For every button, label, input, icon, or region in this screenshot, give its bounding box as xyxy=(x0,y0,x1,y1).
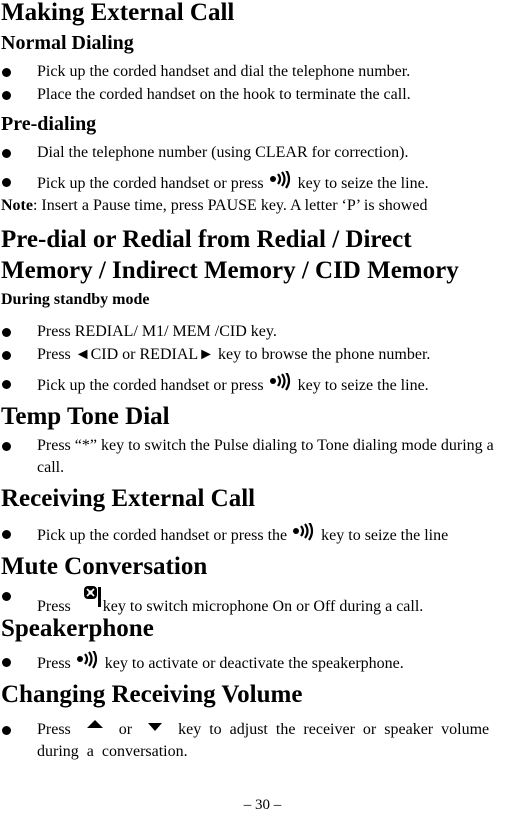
note-text: : Insert a Pause time, press PAUSE key. … xyxy=(32,197,428,214)
list-item-text: Pick up the corded handset or press key … xyxy=(37,171,525,195)
volume-down-icon xyxy=(148,723,163,731)
list-item-text: Pick up the corded handset or press the … xyxy=(37,523,525,547)
list-item-text: Pick up the corded handset or press key … xyxy=(37,373,525,397)
note-label: Note xyxy=(1,197,33,214)
heading-changing-receiving-volume: Changing Receiving Volume xyxy=(1,681,303,708)
bullet-icon xyxy=(2,91,11,100)
heading-pre-dial-redial-line1: Pre-dial or Redial from Redial / Direct xyxy=(1,226,412,253)
list-item-text: Press or key to adjust the receiver or s… xyxy=(37,719,525,763)
bullet-icon xyxy=(2,658,11,667)
heading-speakerphone: Speakerphone xyxy=(1,615,154,642)
heading-making-external-call: Making External Call xyxy=(1,0,235,26)
bullet-icon xyxy=(2,328,11,337)
bullet-icon xyxy=(2,178,11,187)
bullet-icon xyxy=(2,68,11,77)
speaker-key-icon xyxy=(293,523,314,541)
text-middle: or xyxy=(118,721,133,738)
volume-up-icon xyxy=(86,720,103,728)
text-before: Press xyxy=(37,721,71,738)
heading-receiving-external-call: Receiving External Call xyxy=(1,485,256,512)
text-after: key to seize the line xyxy=(321,527,449,544)
list-item-text: Press key to activate or deactivate the … xyxy=(37,651,525,675)
heading-pre-dial-redial-line2: Memory / Indirect Memory / CID Memory xyxy=(1,257,459,284)
subheading-normal-dialing: Normal Dialing xyxy=(1,32,134,54)
list-item-text: Press REDIAL/ M1/ MEM /CID key. xyxy=(37,323,277,340)
list-item-text: Press “*” key to switch the Pulse dialin… xyxy=(37,437,494,476)
list-item-text: Dial the telephone number (using CLEAR f… xyxy=(37,144,409,161)
text-after: key to seize the line. xyxy=(297,377,429,394)
list-item-text: Place the corded handset on the hook to … xyxy=(37,86,411,103)
note: Note: Insert a Pause time, press PAUSE k… xyxy=(1,195,427,217)
subheading-during-standby-mode: During standby mode xyxy=(1,291,150,308)
text-after: key to seize the line. xyxy=(297,175,429,192)
bullet-icon xyxy=(2,351,11,360)
bullet-icon xyxy=(2,726,11,735)
bullet-icon xyxy=(2,530,11,539)
text-after: key to switch microphone On or Off durin… xyxy=(102,598,424,615)
bullet-icon xyxy=(2,592,11,601)
list-item-text: Pick up the corded handset and dial the … xyxy=(37,63,411,80)
subheading-pre-dialing: Pre-dialing xyxy=(1,113,97,135)
bullet-icon xyxy=(2,149,11,158)
speaker-key-icon xyxy=(76,651,97,669)
bullet-icon xyxy=(2,380,11,389)
text-before: Pick up the corded handset or press xyxy=(37,377,264,394)
heading-mute-conversation: Mute Conversation xyxy=(1,553,208,580)
bullet-icon xyxy=(2,442,11,451)
text-before: Press xyxy=(37,655,71,672)
heading-temp-tone-dial: Temp Tone Dial xyxy=(1,403,170,430)
text-after: key to adjust the receiver or speaker vo… xyxy=(37,721,490,760)
text-before: Pick up the corded handset or press the xyxy=(37,527,288,544)
list-item-text: Press ◄CID or REDIAL► key to browse the … xyxy=(37,346,431,363)
text-before: Press xyxy=(37,598,71,615)
speaker-key-icon xyxy=(269,171,290,189)
speaker-key-icon xyxy=(269,373,290,391)
mute-key-icon xyxy=(83,586,101,607)
page-number: – 30 – xyxy=(243,797,282,813)
text-after: key to activate or deactivate the speake… xyxy=(104,655,404,672)
text-before: Pick up the corded handset or press xyxy=(37,175,264,192)
